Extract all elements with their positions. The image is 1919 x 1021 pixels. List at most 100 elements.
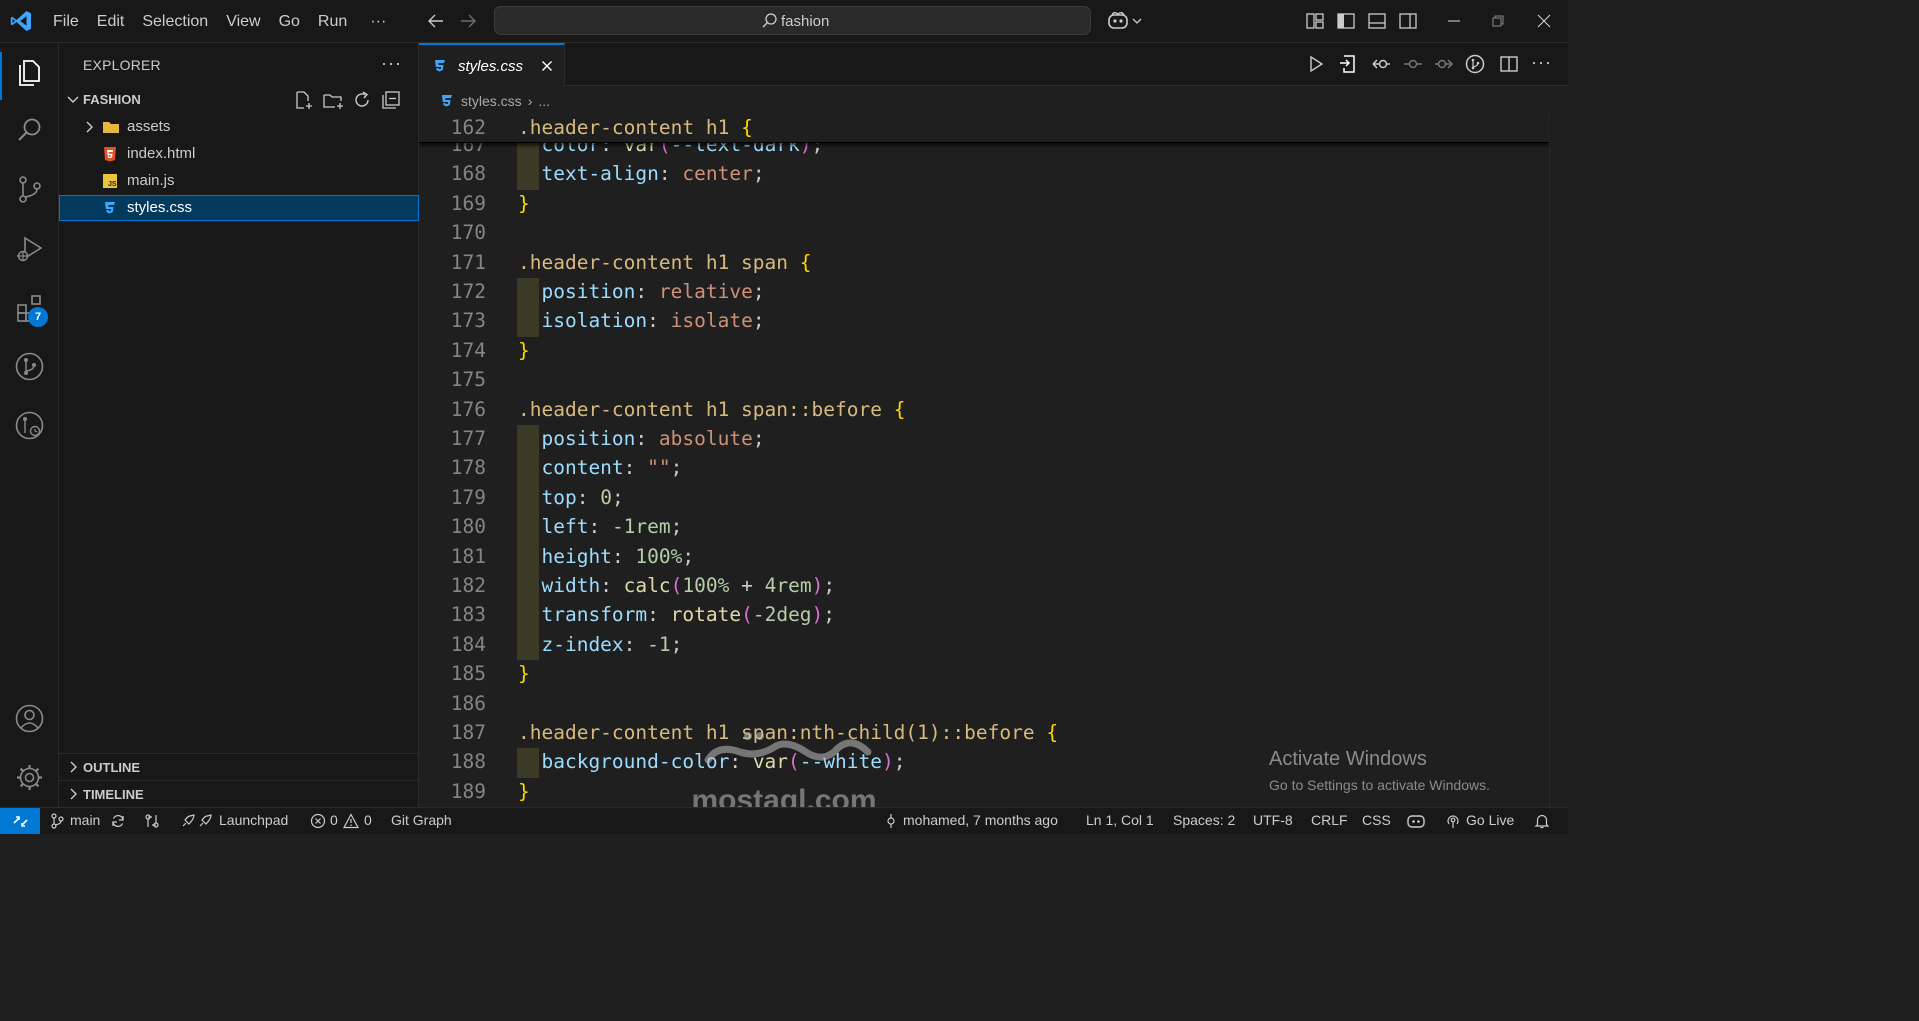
explorer-icon[interactable]	[13, 55, 46, 88]
split-editor-icon[interactable]	[1499, 54, 1519, 74]
menu-file[interactable]: File	[44, 13, 88, 31]
code-line[interactable]: 172 position: relative;	[419, 278, 1568, 308]
end-of-line[interactable]: CRLF	[1311, 812, 1348, 828]
code-line[interactable]: 185}	[419, 660, 1568, 689]
menu-run[interactable]: Run	[309, 13, 356, 31]
branch-name[interactable]: main	[70, 812, 100, 828]
git-commit-icon[interactable]	[883, 813, 899, 829]
code-line[interactable]: 169}	[419, 190, 1568, 219]
previous-change-icon[interactable]	[1371, 54, 1391, 74]
tree-item-label: assets	[127, 118, 171, 135]
menu-edit[interactable]: Edit	[88, 13, 134, 31]
git-compare-icon[interactable]	[144, 813, 160, 829]
menu-more[interactable]: ···	[356, 13, 395, 31]
rocket-icon[interactable]	[180, 813, 214, 829]
collapse-all-icon[interactable]	[380, 89, 402, 111]
command-center-search[interactable]: fashion	[494, 6, 1091, 35]
toggle-secondary-sidebar-icon[interactable]	[1398, 11, 1418, 31]
git-graph-button[interactable]: Git Graph	[391, 812, 452, 828]
code-line[interactable]: 168 text-align: center;	[419, 160, 1568, 190]
minimize-icon[interactable]	[1444, 11, 1464, 31]
breadcrumb-symbols[interactable]: ...	[538, 93, 550, 109]
launchpad-label[interactable]: Launchpad	[219, 812, 288, 828]
chevron-down-icon[interactable]	[1131, 15, 1143, 27]
sync-icon[interactable]	[110, 813, 126, 829]
encoding[interactable]: UTF-8	[1253, 812, 1293, 828]
remote-indicator[interactable]	[0, 808, 40, 834]
code-line[interactable]: 179 top: 0;	[419, 483, 1568, 514]
code-line[interactable]: 176 .header-content h1 span::before {	[419, 396, 1568, 425]
code-line[interactable]: 177 position: absolute;	[419, 425, 1568, 455]
indentation[interactable]: Spaces: 2	[1173, 812, 1235, 828]
code-line[interactable]: 184 z-index: -1;	[419, 630, 1568, 661]
toggle-panel-icon[interactable]	[1367, 11, 1387, 31]
outline-section-header[interactable]: OUTLINE	[59, 753, 419, 779]
code-line[interactable]: 171 .header-content h1 span {	[419, 249, 1568, 278]
editor-more-actions[interactable]: ···	[1531, 52, 1552, 73]
git-history-icon[interactable]	[13, 409, 46, 442]
git-graph-view-icon[interactable]	[1465, 54, 1485, 74]
code-token: (	[670, 574, 683, 597]
close-window-icon[interactable]	[1534, 11, 1554, 31]
code-line[interactable]: 178 content: "";	[419, 454, 1568, 484]
code-line[interactable]: 175	[419, 366, 1568, 395]
run-file-icon[interactable]	[1306, 54, 1326, 74]
code-line[interactable]: 183 transform: rotate(-2deg);	[419, 601, 1568, 631]
copilot-icon[interactable]	[1106, 10, 1130, 32]
forward-arrow-icon[interactable]	[458, 11, 478, 31]
code-line[interactable]: 186	[419, 690, 1568, 719]
run-debug-icon[interactable]	[13, 232, 46, 265]
go-live-button[interactable]: Go Live	[1466, 812, 1514, 828]
timeline-section-header[interactable]: TIMELINE	[59, 780, 419, 806]
git-blame[interactable]: mohamed, 7 months ago	[903, 812, 1058, 828]
warning-count[interactable]: 0	[364, 812, 372, 828]
copilot-status-icon[interactable]	[1406, 813, 1426, 829]
refresh-icon[interactable]	[351, 89, 373, 111]
tree-item-assets[interactable]: assets	[59, 114, 419, 140]
error-icon[interactable]	[310, 813, 326, 829]
code-line[interactable]: 170	[419, 219, 1568, 248]
tree-item-styles-css[interactable]: styles.css	[59, 195, 419, 221]
menu-go[interactable]: Go	[270, 13, 309, 31]
breadcrumb-file[interactable]: styles.css	[461, 93, 522, 109]
activate-windows-subtitle: Go to Settings to activate Windows.	[1269, 777, 1490, 793]
close-tab-icon[interactable]	[539, 58, 555, 74]
code-line[interactable]: 174}	[419, 337, 1568, 366]
code-line[interactable]: 180 left: -1rem;	[419, 513, 1568, 543]
line-number: 178	[450, 456, 486, 480]
customize-layout-icon[interactable]	[1305, 11, 1325, 31]
settings-gear-icon[interactable]	[13, 761, 46, 794]
broadcast-icon[interactable]	[1445, 813, 1461, 829]
explorer-more-actions[interactable]: ···	[381, 53, 402, 74]
source-control-icon[interactable]	[13, 173, 46, 206]
search-view-icon[interactable]	[13, 114, 46, 147]
account-icon[interactable]	[13, 702, 46, 735]
code-line[interactable]: 187 .header-content h1 span:nth-child(1):…	[419, 719, 1568, 748]
sticky-scroll-header[interactable]: 162 .header-content h1 {	[419, 113, 1549, 143]
editor-scrollbar[interactable]	[1549, 113, 1568, 807]
code-editor[interactable]: 162 .header-content h1 { 167 color: var(…	[419, 113, 1568, 807]
restore-icon[interactable]	[1488, 11, 1508, 31]
toggle-primary-sidebar-icon[interactable]	[1336, 11, 1356, 31]
notifications-bell-icon[interactable]	[1534, 813, 1550, 829]
code-line[interactable]: 181 height: 100%;	[419, 542, 1568, 572]
new-file-icon[interactable]	[292, 89, 314, 111]
menu-view[interactable]: View	[217, 13, 269, 31]
next-change-icon[interactable]	[1434, 54, 1454, 74]
error-count[interactable]: 0	[330, 812, 338, 828]
language-mode[interactable]: CSS	[1362, 812, 1391, 828]
cursor-position[interactable]: Ln 1, Col 1	[1086, 812, 1154, 828]
tree-item-index-html[interactable]: index.html	[59, 141, 419, 167]
code-line[interactable]: 182 width: calc(100% + 4rem);	[419, 572, 1568, 602]
warning-icon[interactable]	[343, 813, 359, 829]
tab-styles-css[interactable]: styles.css	[419, 43, 565, 86]
back-arrow-icon[interactable]	[426, 11, 446, 31]
menu-selection[interactable]: Selection	[133, 13, 217, 31]
new-folder-icon[interactable]	[322, 89, 344, 111]
code-line[interactable]: 173 isolation: isolate;	[419, 307, 1568, 337]
commit-icon[interactable]	[1403, 54, 1423, 74]
git-graph-icon[interactable]	[13, 350, 46, 383]
tree-item-main-js[interactable]: JS main.js	[59, 168, 419, 194]
open-changes-icon[interactable]	[1338, 54, 1358, 74]
code-token: calc	[623, 574, 671, 597]
